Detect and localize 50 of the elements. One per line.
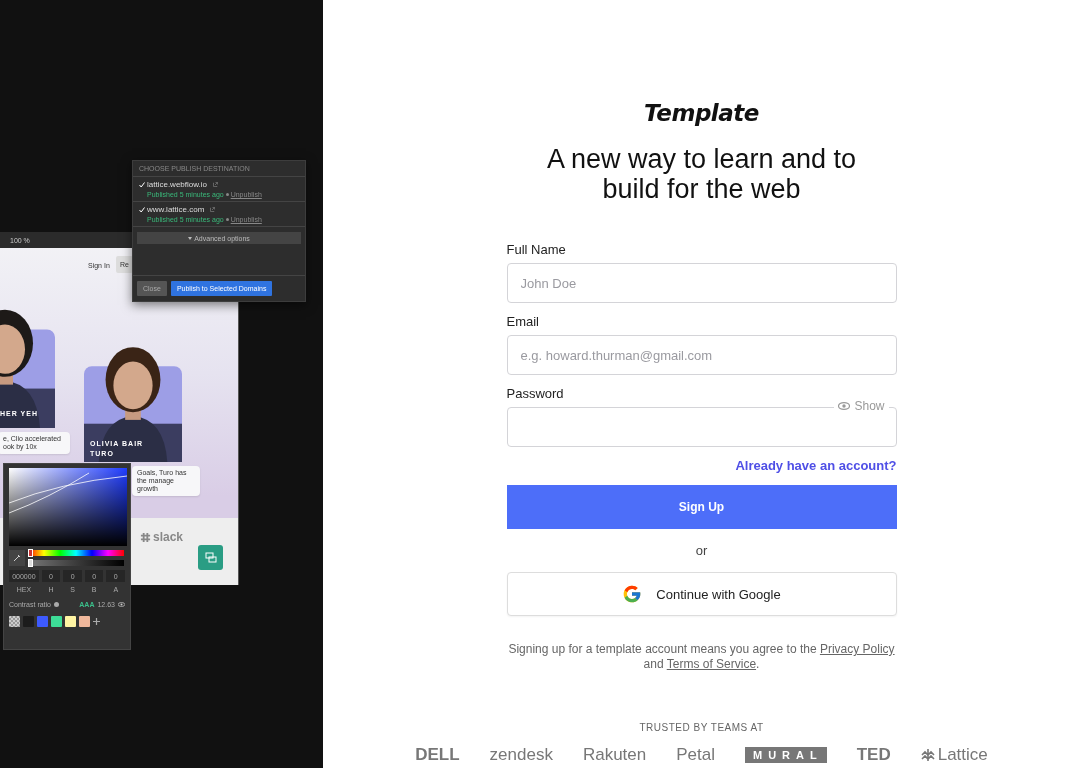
external-link-icon[interactable]	[210, 207, 216, 212]
company-logo: Lattice	[937, 745, 988, 765]
company-logo: Rakuten	[582, 745, 647, 765]
company-logo: DELL	[415, 745, 460, 765]
domain-name: www.lattice.com	[147, 205, 205, 214]
external-link-icon[interactable]	[213, 182, 219, 187]
text-field[interactable]: John Doe	[506, 263, 897, 303]
sign-up-button[interactable]: Sign Up	[506, 485, 897, 529]
dot-icon	[225, 218, 229, 221]
transparent-swatch[interactable]	[9, 616, 20, 627]
checkbox[interactable]	[139, 206, 145, 213]
text-field[interactable]: e.g. howard.thurman@gmail.com	[506, 335, 897, 375]
domain-name: lattice.webflow.io	[147, 180, 208, 189]
google-button[interactable]: Continue with Google	[506, 572, 897, 616]
color-field[interactable]	[9, 468, 127, 546]
hash-icon	[140, 531, 151, 543]
help-icon[interactable]	[54, 602, 60, 607]
company-logo: Petal	[676, 745, 715, 765]
caret-icon	[188, 236, 193, 240]
logo-text: slack	[153, 530, 184, 544]
field-label: Full Name	[506, 242, 567, 257]
eyedropper-icon	[13, 554, 21, 562]
chat-button[interactable]	[198, 545, 223, 570]
checkbox[interactable]	[139, 181, 145, 188]
eye-icon[interactable]	[118, 602, 125, 607]
field-label: Password	[506, 386, 565, 401]
company-logo: TED	[856, 745, 891, 765]
google-icon	[622, 584, 643, 604]
plus-icon[interactable]	[93, 618, 100, 625]
alpha-slider-thumb[interactable]	[28, 559, 33, 567]
company-logo: MURAL	[745, 747, 827, 763]
color-swatch[interactable]	[65, 616, 76, 627]
color-swatch[interactable]	[37, 616, 48, 627]
color-swatch[interactable]	[79, 616, 90, 627]
dot-icon	[225, 193, 229, 196]
divider-text: or	[695, 543, 708, 558]
hue-slider-thumb[interactable]	[28, 549, 33, 557]
trusted-heading: TRUSTED BY TEAMS AT	[639, 722, 764, 733]
headline: A new way to learn and to build for the web	[545, 144, 858, 204]
eye-icon	[838, 402, 851, 410]
color-swatch[interactable]	[51, 616, 62, 627]
privacy-policy-link[interactable]: Privacy Policy	[819, 642, 895, 656]
company-logo: zendesk	[489, 745, 553, 765]
terms-text: Signing up for a template account means you agree to the Privacy Policy and Terms of Service.	[507, 642, 896, 672]
sign-in-link[interactable]: Already have an account?	[735, 458, 897, 473]
field-label: Email	[506, 314, 540, 329]
brand-logo: Template	[644, 100, 759, 126]
lattice-mark-icon	[920, 748, 935, 762]
eyedropper-button[interactable]	[9, 550, 25, 566]
chat-icon	[204, 551, 217, 564]
